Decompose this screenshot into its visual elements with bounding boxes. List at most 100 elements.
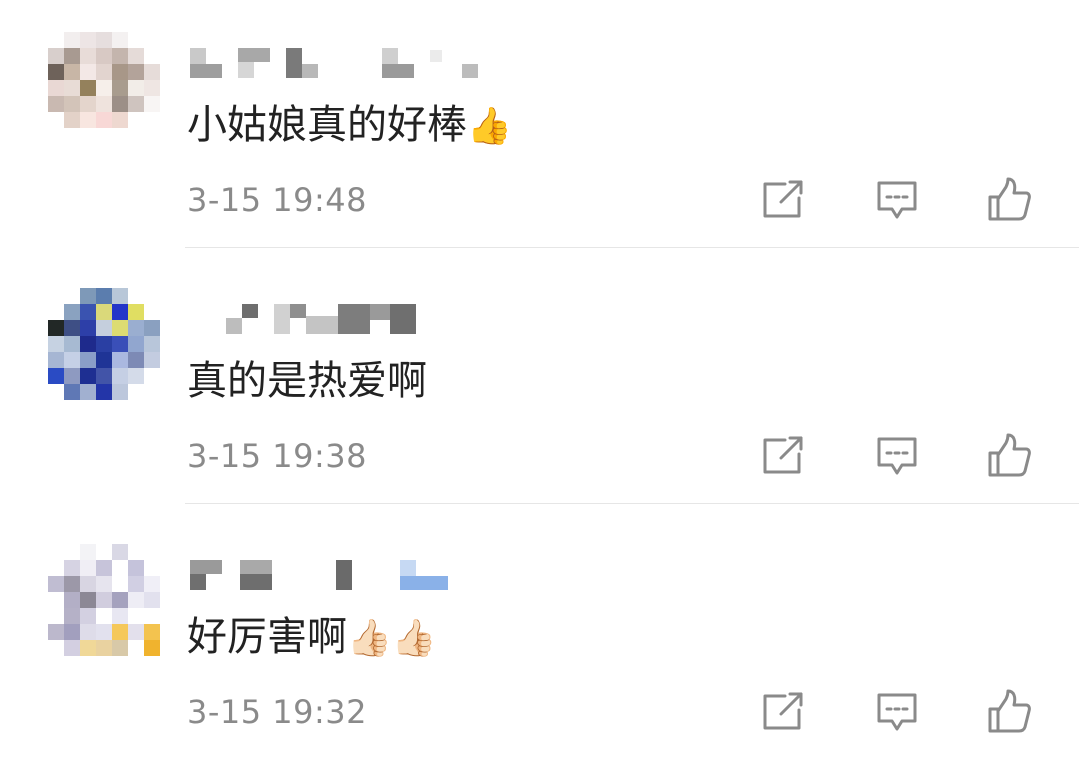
thumbs-up-emoji: 👍 [467, 106, 512, 147]
avatar-pixel [80, 624, 96, 640]
avatar[interactable] [48, 32, 160, 144]
avatar-pixel [144, 368, 160, 384]
avatar-pixel [112, 624, 128, 640]
avatar-pixel [80, 640, 96, 656]
avatar-pixel [128, 336, 144, 352]
avatar-pixel [64, 368, 80, 384]
avatar-pixel [64, 288, 80, 304]
avatar-pixel [144, 80, 160, 96]
avatar-pixel [48, 336, 64, 352]
comment-item: 小姑娘真的好棒👍 3-15 19:48 [0, 0, 1079, 256]
username-blurred[interactable] [190, 560, 490, 590]
avatar-pixel [48, 80, 64, 96]
avatar-pixel [96, 336, 112, 352]
avatar-pixel [64, 48, 80, 64]
reply-button[interactable] [873, 432, 921, 480]
avatar-pixel [64, 96, 80, 112]
avatar-pixel [96, 608, 112, 624]
like-button[interactable] [985, 176, 1033, 224]
share-button[interactable] [759, 688, 807, 736]
avatar-pixel [64, 560, 80, 576]
avatar-pixel [96, 624, 112, 640]
avatar-pixel [112, 608, 128, 624]
avatar-pixel [64, 32, 80, 48]
share-button[interactable] [759, 432, 807, 480]
avatar-pixel [96, 80, 112, 96]
username-blurred[interactable] [190, 304, 490, 334]
avatar-pixel [64, 112, 80, 128]
username-blurred[interactable] [190, 48, 490, 78]
share-icon [761, 692, 805, 732]
avatar-pixel [80, 304, 96, 320]
avatar-pixel [80, 288, 96, 304]
avatar-pixel [128, 32, 144, 48]
avatar-pixel [80, 336, 96, 352]
avatar-pixel [48, 560, 64, 576]
avatar-pixel [48, 624, 64, 640]
avatar-pixel [112, 304, 128, 320]
avatar-pixel [48, 112, 64, 128]
avatar-pixel [64, 608, 80, 624]
avatar-pixel [96, 544, 112, 560]
avatar-pixel [96, 48, 112, 64]
avatar-pixel [144, 112, 160, 128]
share-icon [761, 180, 805, 220]
comment-text: 好厉害啊👍🏻👍🏻 [187, 609, 437, 667]
avatar-pixel [96, 96, 112, 112]
avatar-pixel [48, 128, 64, 144]
avatar-pixel [96, 368, 112, 384]
avatar-pixel [112, 112, 128, 128]
avatar-pixel [64, 544, 80, 560]
thumbs-up-icon [986, 689, 1032, 735]
reply-button[interactable] [873, 688, 921, 736]
avatar-pixel [48, 288, 64, 304]
reply-button[interactable] [873, 176, 921, 224]
avatar-pixel [144, 352, 160, 368]
avatar-pixel [80, 384, 96, 400]
avatar-pixel [80, 352, 96, 368]
comment-text: 小姑娘真的好棒👍 [187, 97, 512, 155]
avatar-pixel [64, 320, 80, 336]
avatar-pixel [112, 48, 128, 64]
share-button[interactable] [759, 176, 807, 224]
avatar-pixel [128, 592, 144, 608]
avatar-pixel [48, 608, 64, 624]
comment-body: 真的是热爱啊 [187, 358, 427, 404]
thumbs-up-emoji: 👍🏻👍🏻 [347, 618, 437, 659]
avatar-pixel [128, 544, 144, 560]
avatar-pixel [48, 48, 64, 64]
avatar-pixel [48, 368, 64, 384]
avatar-pixel [48, 64, 64, 80]
avatar-pixel [128, 608, 144, 624]
like-button[interactable] [985, 432, 1033, 480]
avatar-pixel [80, 96, 96, 112]
avatar[interactable] [48, 288, 160, 400]
avatar-pixel [96, 384, 112, 400]
like-button[interactable] [985, 688, 1033, 736]
avatar-pixel [64, 352, 80, 368]
avatar-pixel [48, 32, 64, 48]
avatar-pixel [128, 368, 144, 384]
avatar-pixel [144, 592, 160, 608]
avatar-pixel [128, 384, 144, 400]
avatar-pixel [80, 576, 96, 592]
avatar-pixel [112, 64, 128, 80]
comment-item: 真的是热爱啊 3-15 19:38 [0, 256, 1079, 512]
comment-icon [875, 435, 919, 477]
avatar-pixel [112, 32, 128, 48]
avatar-pixel [128, 80, 144, 96]
avatar-pixel [112, 320, 128, 336]
avatar-pixel [80, 368, 96, 384]
avatar-pixel [48, 544, 64, 560]
avatar-pixel [112, 576, 128, 592]
avatar-pixel [144, 288, 160, 304]
avatar-pixel [48, 384, 64, 400]
avatar-pixel [48, 592, 64, 608]
avatar-pixel [64, 80, 80, 96]
avatar-pixel [144, 96, 160, 112]
avatar-pixel [96, 32, 112, 48]
avatar[interactable] [48, 544, 160, 656]
comment-item: 好厉害啊👍🏻👍🏻 3-15 19:32 [0, 512, 1079, 768]
avatar-pixel [64, 592, 80, 608]
avatar-pixel [96, 128, 112, 144]
